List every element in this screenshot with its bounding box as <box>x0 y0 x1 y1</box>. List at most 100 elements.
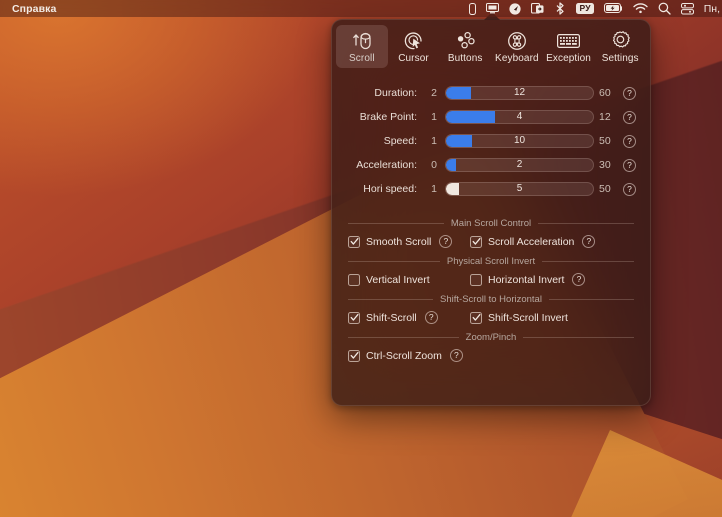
slider-value-speed: 10 <box>513 135 526 146</box>
battery-charging-icon[interactable] <box>599 0 628 17</box>
control-center-icon[interactable] <box>676 0 699 17</box>
slider-row-duration: Duration: 2 12 60 ? <box>346 81 636 105</box>
location-icon[interactable] <box>504 0 526 17</box>
tab-settings-label: Settings <box>601 53 639 64</box>
slider-duration[interactable]: 12 <box>445 86 594 100</box>
section-title-shift-scroll-to-horizontal: Shift-Scroll to Horizontal <box>348 294 634 305</box>
slider-value-brake-point: 4 <box>516 111 523 122</box>
checkbox-label-horizontal-invert: Horizontal Invert <box>488 273 565 286</box>
checkbox-label-smooth-scroll: Smooth Scroll <box>366 235 432 248</box>
slider-min-duration: 2 <box>431 87 437 99</box>
checkbox-box-ctrl-scroll-zoom[interactable] <box>348 349 360 362</box>
wifi-icon[interactable] <box>628 0 653 17</box>
slider-label-speed: Speed: <box>383 135 417 147</box>
checkbox-sections: Main Scroll Control Smooth Scroll ? Scro… <box>332 205 650 362</box>
slider-row-speed: Speed: 1 10 50 ? <box>346 129 636 153</box>
checkbox-box-shift-scroll[interactable] <box>348 311 360 324</box>
checkbox-scroll-acceleration[interactable]: Scroll Acceleration ? <box>470 235 596 248</box>
scroll-settings-popover: Scroll Cursor Buttons Keyboard Exception… <box>331 19 651 406</box>
bluetooth-icon[interactable] <box>549 0 571 17</box>
checkbox-box-scroll-acceleration[interactable] <box>470 235 482 248</box>
tab-exception-label: Exception <box>546 53 591 64</box>
exception-icon <box>557 30 581 51</box>
slider-acceleration[interactable]: 2 <box>445 158 594 172</box>
slider-max-acceleration: 30 <box>599 159 611 171</box>
slider-min-acceleration: 0 <box>431 159 437 171</box>
help-icon-duration[interactable]: ? <box>623 86 636 100</box>
menubar-app-name[interactable]: Справка <box>12 3 56 15</box>
slider-label-brake-point: Brake Point: <box>359 111 417 123</box>
checkbox-row-physical-scroll-invert: Vertical Invert Horizontal Invert ? <box>348 273 634 286</box>
search-icon[interactable] <box>653 0 676 17</box>
slider-max-hori-speed: 50 <box>599 183 611 195</box>
slider-max-speed: 50 <box>599 135 611 147</box>
checkbox-box-shift-scroll-invert[interactable] <box>470 311 482 324</box>
slider-row-hori-speed: Hori speed: 1 5 50 ? <box>346 177 636 201</box>
checkbox-label-shift-scroll-invert: Shift-Scroll Invert <box>488 311 568 324</box>
tab-buttons-label: Buttons <box>447 53 483 64</box>
slider-min-brake-point: 1 <box>431 111 437 123</box>
slider-speed[interactable]: 10 <box>445 134 594 148</box>
help-icon-acceleration[interactable]: ? <box>623 158 636 172</box>
help-icon-hori-speed[interactable]: ? <box>623 182 636 196</box>
help-icon-horizontal-invert[interactable]: ? <box>572 273 586 286</box>
slider-min-hori-speed: 1 <box>431 183 437 195</box>
help-icon-smooth-scroll[interactable]: ? <box>439 235 453 248</box>
section-title-main-scroll-control: Main Scroll Control <box>348 218 634 229</box>
checkbox-box-horizontal-invert[interactable] <box>470 273 482 286</box>
slider-label-duration: Duration: <box>374 87 417 99</box>
tab-buttons[interactable]: Buttons <box>439 25 491 68</box>
cursor-icon <box>404 30 424 51</box>
help-icon-brake-point[interactable]: ? <box>623 110 636 124</box>
display-icon[interactable] <box>481 0 504 17</box>
menu-bar: Справка РУ Пн, <box>0 0 722 17</box>
menubar-clock[interactable]: Пн, <box>699 0 722 17</box>
tab-bar: Scroll Cursor Buttons Keyboard Exception… <box>332 20 650 72</box>
checkbox-shift-scroll[interactable]: Shift-Scroll ? <box>348 311 470 324</box>
tab-scroll[interactable]: Scroll <box>336 25 388 68</box>
tab-keyboard[interactable]: Keyboard <box>491 25 543 68</box>
slider-min-speed: 1 <box>431 135 437 147</box>
slider-row-brake-point: Brake Point: 1 4 12 ? <box>346 105 636 129</box>
desktop: Справка РУ Пн, Scroll Cursor Buttons Key… <box>0 0 722 517</box>
help-icon-ctrl-scroll-zoom[interactable]: ? <box>449 349 463 362</box>
tab-settings[interactable]: Settings <box>594 25 646 68</box>
checkbox-vertical-invert[interactable]: Vertical Invert <box>348 273 470 286</box>
slider-value-duration: 12 <box>513 87 526 98</box>
slider-group: Duration: 2 12 60 ? Brake Point: 1 4 12 … <box>332 72 650 205</box>
gear-icon <box>610 30 631 51</box>
checkbox-box-smooth-scroll[interactable] <box>348 235 360 248</box>
checkbox-ctrl-scroll-zoom[interactable]: Ctrl-Scroll Zoom ? <box>348 349 470 362</box>
slider-value-hori-speed: 5 <box>516 183 523 194</box>
slider-max-brake-point: 12 <box>599 111 611 123</box>
slider-label-acceleration: Acceleration: <box>356 159 417 171</box>
checkbox-label-ctrl-scroll-zoom: Ctrl-Scroll Zoom <box>366 349 442 362</box>
screen-mirroring-icon[interactable] <box>526 0 549 17</box>
section-title-physical-scroll-invert: Physical Scroll Invert <box>348 256 634 267</box>
input-language-indicator[interactable]: РУ <box>571 0 598 17</box>
slider-row-acceleration: Acceleration: 0 2 30 ? <box>346 153 636 177</box>
input-language-label: РУ <box>576 3 594 14</box>
scroll-icon <box>351 30 373 51</box>
help-icon-speed[interactable]: ? <box>623 134 636 148</box>
checkbox-label-vertical-invert: Vertical Invert <box>366 273 430 286</box>
tab-keyboard-label: Keyboard <box>495 53 539 64</box>
checkbox-row-shift-scroll: Shift-Scroll ? Shift-Scroll Invert <box>348 311 634 324</box>
checkbox-row-main-scroll-control: Smooth Scroll ? Scroll Acceleration ? <box>348 235 634 248</box>
checkbox-label-scroll-acceleration: Scroll Acceleration <box>488 235 575 248</box>
battery-device-icon[interactable] <box>464 0 481 17</box>
help-icon-scroll-acceleration[interactable]: ? <box>582 235 596 248</box>
checkbox-label-shift-scroll: Shift-Scroll <box>366 311 417 324</box>
checkbox-box-vertical-invert[interactable] <box>348 273 360 286</box>
slider-brake-point[interactable]: 4 <box>445 110 594 124</box>
slider-value-acceleration: 2 <box>516 159 523 170</box>
checkbox-horizontal-invert[interactable]: Horizontal Invert ? <box>470 273 586 286</box>
checkbox-smooth-scroll[interactable]: Smooth Scroll ? <box>348 235 470 248</box>
tab-cursor[interactable]: Cursor <box>388 25 440 68</box>
checkbox-shift-scroll-invert[interactable]: Shift-Scroll Invert <box>470 311 568 324</box>
slider-hori-speed[interactable]: 5 <box>445 182 594 196</box>
help-icon-shift-scroll[interactable]: ? <box>424 311 438 324</box>
keyboard-cmd-icon <box>507 30 527 51</box>
tab-exception[interactable]: Exception <box>543 25 595 68</box>
tab-cursor-label: Cursor <box>398 53 429 64</box>
